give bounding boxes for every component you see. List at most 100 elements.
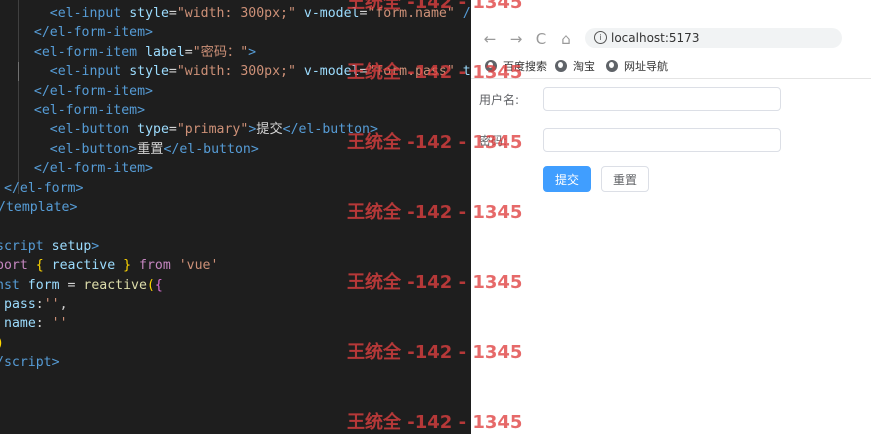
code-token: = [168,122,177,138]
code-token: } [123,258,132,274]
code-token: 重置 [137,141,164,157]
globe-icon [606,60,618,72]
watermark: 王统全 -142 - 1345 [347,132,523,153]
bookmark-label: 淘宝 [573,60,595,73]
code-token: pass [4,297,36,312]
password-input[interactable] [543,128,781,152]
code-token: style [129,64,169,80]
code-line: /template> [0,198,77,217]
url-text[interactable]: localhost:5173 [611,29,699,47]
back-icon[interactable]: ← [481,28,499,50]
bookmark-taobao[interactable]: 淘宝 [555,56,595,76]
code-token: from [139,258,171,274]
code-line: </el-form-item> [18,23,153,42]
bookmark-hao123[interactable]: 网址导航 [606,56,668,76]
code-token: </el-form-item> [33,161,153,177]
code-token: = [168,6,177,21]
code-token: /template> [0,200,78,215]
code-token: = [168,64,177,80]
code-token: ( [146,277,155,293]
code-token: <el-input [49,6,122,21]
code-token: form [27,277,60,293]
bookmark-label: 网址导航 [624,60,668,73]
code-token: name [4,316,36,332]
code-token: reactive [83,277,147,293]
code-token: , [59,297,68,312]
info-icon[interactable]: i [594,31,607,44]
globe-icon [555,60,567,72]
code-token: '' [43,297,60,312]
code-token: script [0,238,44,254]
code-token: label [145,44,185,60]
code-line: pass:'', [4,295,68,314]
code-line: <el-button type="primary">提交</el-button> [18,120,378,139]
watermark: 王统全 -142 - 1345 [347,0,523,13]
forward-icon[interactable]: → [507,28,525,50]
code-line: name: '' [4,314,68,333]
code-token: ) [0,336,4,351]
address-bar[interactable]: i localhost:5173 [585,28,842,48]
submit-button[interactable]: 提交 [543,166,591,192]
code-line: </el-form-item> [18,82,153,101]
code-token: </el-form-item> [33,25,153,41]
home-icon[interactable]: ⌂ [557,28,575,50]
code-token: port [0,258,28,274]
code-token: : [35,297,44,312]
code-token: <el-form-item [33,44,138,60]
code-token: : [35,316,52,332]
code-token: "密码：" [192,44,249,60]
code-token: "primary" [176,122,249,138]
code-line: script setup> [0,237,99,256]
code-line: </el-form> [4,179,83,198]
code-token: reactive [51,258,116,274]
code-token: = [184,44,193,60]
reset-button[interactable]: 重置 [601,166,649,192]
code-token: <el-button> [49,141,138,157]
watermark: 王统全 -142 - 1345 [347,202,523,223]
code-token: > [248,44,257,60]
watermark: 王统全 -142 - 1345 [347,412,523,433]
username-label: 用户名: [479,93,520,107]
code-token: { [154,277,163,293]
code-token: 提交 [256,122,283,138]
code-token: = [59,277,84,293]
code-token: /script> [0,355,60,371]
code-token: nst [0,277,20,293]
code-token: > [91,238,100,254]
code-token: </el-form> [4,180,84,196]
code-token: setup [51,238,92,254]
code-token: <el-button [49,122,130,138]
reload-icon[interactable]: C [532,28,550,50]
code-token: "width: 300px;" [176,64,296,80]
watermark: 王统全 -142 - 1345 [347,342,523,363]
divider [471,78,871,79]
username-input[interactable] [543,87,781,111]
code-token: 'vue' [178,258,219,274]
code-token: style [129,6,169,21]
code-line: /script> [0,353,60,372]
code-token: { [35,258,44,274]
code-token: </el-form-item> [33,83,153,99]
code-line: </el-form-item> [18,159,153,178]
code-token: </el-button> [163,141,259,157]
code-line: <el-form-item label="密码："> [18,43,256,62]
watermark: 王统全 -142 - 1345 [347,272,523,293]
